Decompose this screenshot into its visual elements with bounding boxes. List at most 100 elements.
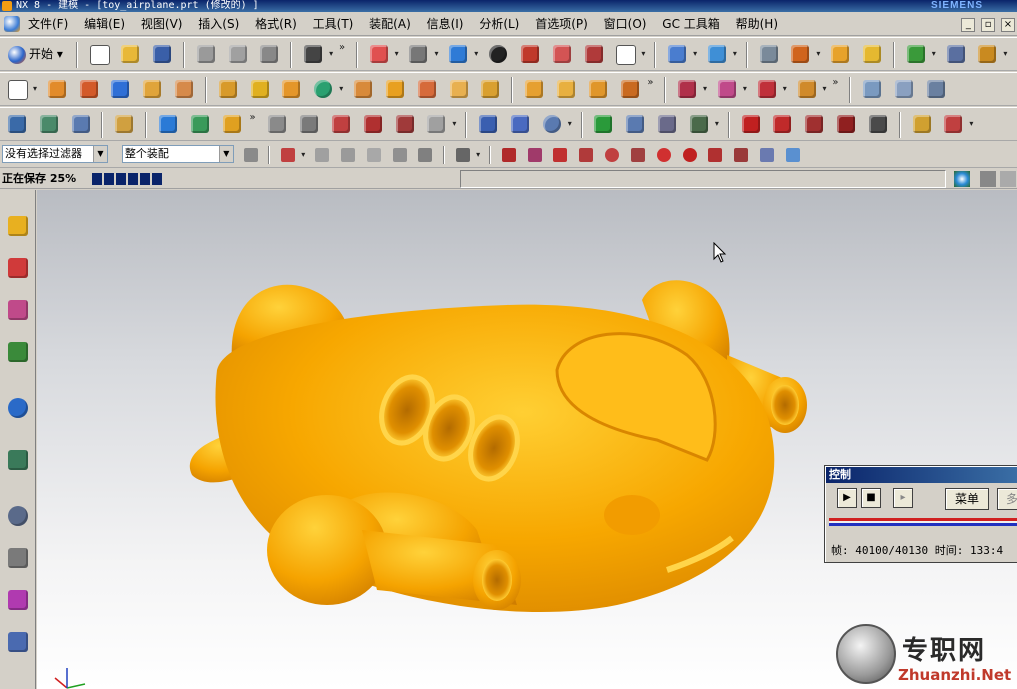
packaging-icon[interactable] [940,111,966,137]
rewind-icon[interactable] [738,111,764,137]
menu-window[interactable]: 窗口(O) [598,12,653,36]
check-icon[interactable] [590,111,616,137]
layout-dropdown-icon[interactable]: ▾ [639,41,647,67]
snap-cross-icon[interactable] [705,145,725,165]
render-style-dropdown-icon[interactable]: ▾ [432,41,440,67]
select-component-icon[interactable] [415,145,435,165]
packaging-dropdown-icon[interactable]: ▾ [967,111,975,137]
status-grid-icon[interactable] [1000,171,1016,187]
snap-intersection-icon[interactable] [576,145,596,165]
mate-component-icon[interactable] [714,76,740,102]
general-selection-icon[interactable] [278,145,298,165]
motion-navigator-icon[interactable] [4,111,30,137]
rectangle-dropdown-icon[interactable]: ▾ [474,145,482,165]
stop-button[interactable]: ■ [861,488,881,508]
through-curves-icon[interactable] [891,76,917,102]
edit-section-icon[interactable] [581,41,607,67]
menu-help[interactable]: 帮助(H) [730,12,784,36]
section-view-icon[interactable] [517,41,543,67]
new-file-icon[interactable] [86,41,112,67]
search-feature-icon[interactable] [859,41,885,67]
menu-file[interactable]: 文件(F) [22,12,74,36]
orient-view-icon[interactable] [664,41,690,67]
surface-mesh-icon[interactable] [859,76,885,102]
constraint-navigator-icon[interactable] [4,254,32,282]
toolbar-overflow-icon[interactable]: » [339,41,349,67]
menu-assembly[interactable]: 装配(A) [363,12,417,36]
spring-icon[interactable] [360,111,386,137]
gear-icon[interactable] [264,111,290,137]
contact-dropdown-icon[interactable]: ▾ [450,111,458,137]
unite-dropdown-icon[interactable]: ▾ [337,76,345,102]
select-face-icon[interactable] [338,145,358,165]
panel-menu-button[interactable]: 菜单 [945,488,989,510]
joint-icon[interactable] [187,111,213,137]
force-icon[interactable] [539,111,565,137]
process-studio-icon[interactable] [4,586,32,614]
menu-analysis[interactable]: 分析(L) [473,12,525,36]
rack-icon[interactable] [296,111,322,137]
restore-button[interactable]: ▫ [981,18,996,32]
studio-surface-icon[interactable] [923,76,949,102]
clip-view-icon[interactable] [549,41,575,67]
app-menu-icon[interactable] [4,16,20,32]
pad-icon[interactable] [247,76,273,102]
measure-distance-icon[interactable] [943,41,969,67]
trace-icon[interactable] [686,111,712,137]
record-icon[interactable] [865,111,891,137]
graphics-window[interactable] [37,190,1017,689]
shaded-dropdown-icon[interactable]: ▾ [472,41,480,67]
clock-icon[interactable] [4,502,32,530]
toolbar-overflow-icon[interactable]: » [832,76,842,102]
marker-icon[interactable] [219,111,245,137]
selection-dropdown-icon[interactable]: ▾ [299,145,307,165]
rectangle-select-icon[interactable] [453,145,473,165]
orient-dropdown-icon[interactable]: ▾ [691,41,699,67]
tag-icon[interactable] [111,111,137,137]
close-button[interactable]: × [1001,18,1015,32]
undo-icon[interactable] [300,41,326,67]
layer-settings-icon[interactable] [756,41,782,67]
system-materials-icon[interactable] [4,544,32,572]
menu-insert[interactable]: 插入(S) [192,12,245,36]
trim-body-icon[interactable] [477,76,503,102]
measure-angle-icon[interactable] [974,41,1000,67]
menu-view[interactable]: 视图(V) [135,12,189,36]
datum-dropdown-icon[interactable]: ▾ [814,41,822,67]
add-component-icon[interactable] [674,76,700,102]
force-dropdown-icon[interactable]: ▾ [566,111,574,137]
snap-mid-point-icon[interactable] [525,145,545,165]
split-body-icon[interactable] [617,76,643,102]
chamfer-icon[interactable] [382,76,408,102]
cable-icon[interactable] [328,111,354,137]
toolbar-overflow-icon[interactable]: » [249,111,259,137]
driver-icon[interactable] [507,111,533,137]
export-movie-icon[interactable] [909,111,935,137]
menu-format[interactable]: 格式(R) [249,12,303,36]
cylinder-icon[interactable] [139,76,165,102]
explode-dropdown-icon[interactable]: ▾ [821,76,829,102]
render-style-icon[interactable] [405,41,431,67]
select-feature-icon[interactable] [390,145,410,165]
revolve-icon[interactable] [76,76,102,102]
hole-icon[interactable] [171,76,197,102]
snap-arc-center-icon[interactable] [602,145,622,165]
status-globe-icon[interactable] [954,171,970,187]
snap-line-icon[interactable] [731,145,751,165]
cut-icon[interactable] [193,41,219,67]
measure-dropdown-icon[interactable]: ▾ [1001,41,1009,67]
contact-icon[interactable] [423,111,449,137]
block-icon[interactable] [107,76,133,102]
start-button[interactable]: 开始 ▾ [4,41,67,67]
history-icon[interactable] [4,446,32,474]
spreadsheet-icon[interactable] [654,111,680,137]
constraint-dropdown-icon[interactable]: ▾ [781,76,789,102]
snap-quadrant-icon[interactable] [628,145,648,165]
menu-gc-toolbox[interactable]: GC 工具箱 [656,12,726,36]
save-icon[interactable] [149,41,175,67]
assembly-navigator-icon[interactable] [4,212,32,240]
fit-view-icon[interactable] [366,41,392,67]
shaded-cube-icon[interactable] [445,41,471,67]
link-icon[interactable] [155,111,181,137]
layer-stack-icon[interactable] [36,111,62,137]
